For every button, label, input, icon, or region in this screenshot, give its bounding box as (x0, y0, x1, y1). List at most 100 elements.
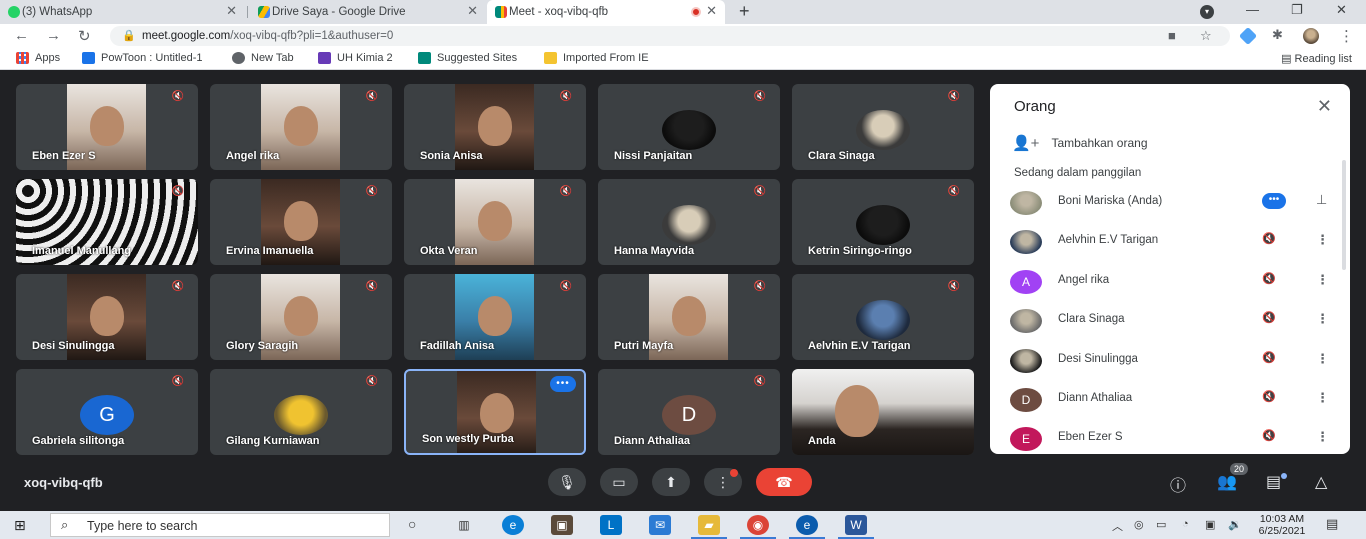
forward-icon[interactable]: → (46, 27, 61, 44)
mic-off-icon[interactable]: 🔇 (1262, 232, 1276, 245)
participant-tile[interactable]: 🔇 Ketrin Siringo-ringo (792, 179, 974, 265)
participant-tile[interactable]: ••• Son westly Purba (404, 369, 586, 455)
mic-off-icon[interactable]: 🔇 (1262, 390, 1276, 403)
lock-icon[interactable]: 🔒 (122, 29, 136, 42)
mic-off-icon[interactable]: 🔇 (1262, 311, 1276, 324)
volume-icon[interactable]: 🔉 (1228, 518, 1242, 531)
bookmark-new-tab[interactable]: New Tab (232, 52, 294, 64)
chat-icon[interactable]: ▤ (1266, 472, 1281, 492)
people-list-item[interactable]: Clara Sinaga 🔇 ⋮ (1010, 305, 1329, 337)
close-tab-icon[interactable]: ✕ (467, 3, 478, 19)
panel-scrollbar[interactable] (1342, 160, 1346, 270)
tab-whatsapp[interactable]: (3) WhatsApp ✕ (0, 0, 245, 24)
edge-blue-icon[interactable]: e (796, 515, 818, 535)
taskbar-clock[interactable]: 10:03 AM 6/25/2021 (1252, 513, 1312, 537)
task-view-icon[interactable]: ▥ (453, 515, 475, 535)
participant-tile[interactable]: 🔇 Eben Ezer S (16, 84, 198, 170)
mic-off-icon[interactable]: 🔇 (1262, 351, 1276, 364)
people-icon[interactable]: 👥 (1217, 472, 1237, 492)
close-window-icon[interactable]: ✕ (1336, 2, 1347, 18)
participant-tile[interactable]: 🔇 Hanna Mayvida (598, 179, 780, 265)
participant-tile[interactable]: 🔇 Okta Veran (404, 179, 586, 265)
participant-tile[interactable]: 🔇 Angel rika (210, 84, 392, 170)
participant-tile[interactable]: 🔇 Nissi Panjaitan (598, 84, 780, 170)
bookmark-star-icon[interactable]: ☆ (1200, 28, 1212, 44)
browser-menu-icon[interactable]: ⋮ (1339, 27, 1354, 45)
more-vert-icon[interactable]: ⋮ (1316, 311, 1329, 327)
bookmark-suggested-sites[interactable]: Suggested Sites (418, 52, 517, 64)
camera-in-use-icon[interactable]: ■ (1168, 28, 1176, 43)
new-tab-icon[interactable]: + (739, 1, 750, 22)
bookmark-apps[interactable]: Apps (16, 52, 60, 64)
minimize-icon[interactable]: — (1246, 2, 1259, 17)
word-icon[interactable]: W (845, 515, 867, 535)
leave-call-button[interactable]: ☎ (756, 468, 812, 496)
people-list-item[interactable]: Desi Sinulingga 🔇 ⋮ (1010, 345, 1329, 377)
people-list-item[interactable]: Boni Mariska (Anda) ••• ⊥ (1010, 187, 1327, 219)
taskbar-search-box[interactable]: ⌕ Type here to search (50, 513, 390, 537)
extension-diamond-icon[interactable] (1238, 26, 1258, 46)
people-list-item[interactable]: E Eben Ezer S 🔇 ⋮ (1010, 423, 1329, 454)
people-list-item[interactable]: D Diann Athaliaa 🔇 ⋮ (1010, 384, 1329, 416)
people-list-item[interactable]: Aelvhin E.V Tarigan 🔇 ⋮ (1010, 226, 1329, 258)
participant-tile[interactable]: 🔇 Ervina Imanuella (210, 179, 392, 265)
webcam-tray-icon[interactable]: ◎ (1134, 518, 1144, 531)
tab-google-drive[interactable]: Drive Saya - Google Drive ✕ (250, 0, 486, 24)
edge-icon[interactable]: e (502, 515, 524, 535)
close-tab-icon[interactable]: ✕ (226, 3, 237, 19)
cortana-icon[interactable]: ○ (408, 516, 416, 532)
tab-google-meet[interactable]: Meet - xoq-vibq-qfb ✕ (487, 0, 725, 24)
extensions-puzzle-icon[interactable]: ✱ (1272, 27, 1283, 43)
address-bar[interactable]: 🔒 meet.google.com/xoq-vibq-qfb?pli=1&aut… (110, 26, 1230, 46)
participant-tile[interactable]: 🔇 Glory Saragih (210, 274, 392, 360)
close-panel-icon[interactable]: ✕ (1317, 96, 1332, 117)
camera-button[interactable]: ▭ (600, 468, 638, 496)
mic-off-icon[interactable]: 🔇 (1262, 429, 1276, 442)
wifi-icon[interactable]: ◔ (1182, 518, 1189, 530)
activities-icon[interactable]: △ (1315, 472, 1327, 492)
participant-tile[interactable]: 🔇 Imanuel Manullang (16, 179, 198, 265)
participant-tile[interactable]: 🔇 Putri Mayfa (598, 274, 780, 360)
microphone-button[interactable]: 🎙 (548, 468, 586, 496)
people-list-item[interactable]: A Angel rika 🔇 ⋮ (1010, 266, 1329, 298)
participant-tile[interactable]: G 🔇 Gabriela silitonga (16, 369, 198, 455)
reading-list-button[interactable]: ▤ Reading list (1281, 52, 1352, 65)
add-people-button[interactable]: 👤+ Tambahkan orang (1012, 134, 1148, 152)
store-icon[interactable]: ▣ (551, 515, 573, 535)
file-explorer-icon[interactable]: ▰ (698, 515, 720, 535)
more-options-button[interactable]: ⋮ (704, 468, 742, 496)
meeting-details-icon[interactable]: ⓘ (1170, 472, 1186, 496)
more-vert-icon[interactable]: ⋮ (1316, 351, 1329, 367)
bookmark-powtoon[interactable]: PowToon : Untitled-1 (82, 52, 203, 64)
chrome-icon[interactable]: ◉ (747, 515, 769, 535)
pin-icon[interactable]: ⊥ (1316, 192, 1327, 208)
more-vert-icon[interactable]: ⋮ (1316, 232, 1329, 248)
participant-tile[interactable]: 🔇 Sonia Anisa (404, 84, 586, 170)
mail-icon[interactable]: ✉ (649, 515, 671, 535)
restore-icon[interactable]: ❐ (1291, 2, 1303, 18)
self-video-tile[interactable]: Anda (792, 369, 974, 455)
bookmark-uh-kimia[interactable]: UH Kimia 2 (318, 52, 393, 64)
participant-tile[interactable]: 🔇 Clara Sinaga (792, 84, 974, 170)
mic-off-icon[interactable]: 🔇 (1262, 272, 1276, 285)
display-icon[interactable]: ▣ (1205, 518, 1215, 531)
show-hidden-icons-icon[interactable]: ︿ (1112, 518, 1123, 534)
battery-icon[interactable]: ▭ (1156, 518, 1166, 531)
participant-tile[interactable]: 🔇 Gilang Kurniawan (210, 369, 392, 455)
reload-icon[interactable]: ↻ (78, 27, 91, 45)
back-icon[interactable]: ← (14, 27, 29, 44)
more-vert-icon[interactable]: ⋮ (1316, 272, 1329, 288)
profile-avatar[interactable] (1303, 28, 1319, 44)
present-screen-button[interactable]: ⬆ (652, 468, 690, 496)
windows-start-icon[interactable]: ⊞ (14, 517, 26, 534)
participant-tile[interactable]: D 🔇 Diann Athaliaa (598, 369, 780, 455)
tab-search-icon[interactable]: ▾ (1200, 5, 1214, 19)
participant-tile[interactable]: 🔇 Fadillah Anisa (404, 274, 586, 360)
participant-tile[interactable]: 🔇 Desi Sinulingga (16, 274, 198, 360)
participant-tile[interactable]: 🔇 Aelvhin E.V Tarigan (792, 274, 974, 360)
action-center-icon[interactable]: ▤ (1326, 516, 1338, 532)
bookmark-imported-ie[interactable]: Imported From IE (544, 52, 649, 64)
more-vert-icon[interactable]: ⋮ (1316, 390, 1329, 406)
lync-icon[interactable]: L (600, 515, 622, 535)
more-vert-icon[interactable]: ⋮ (1316, 429, 1329, 445)
